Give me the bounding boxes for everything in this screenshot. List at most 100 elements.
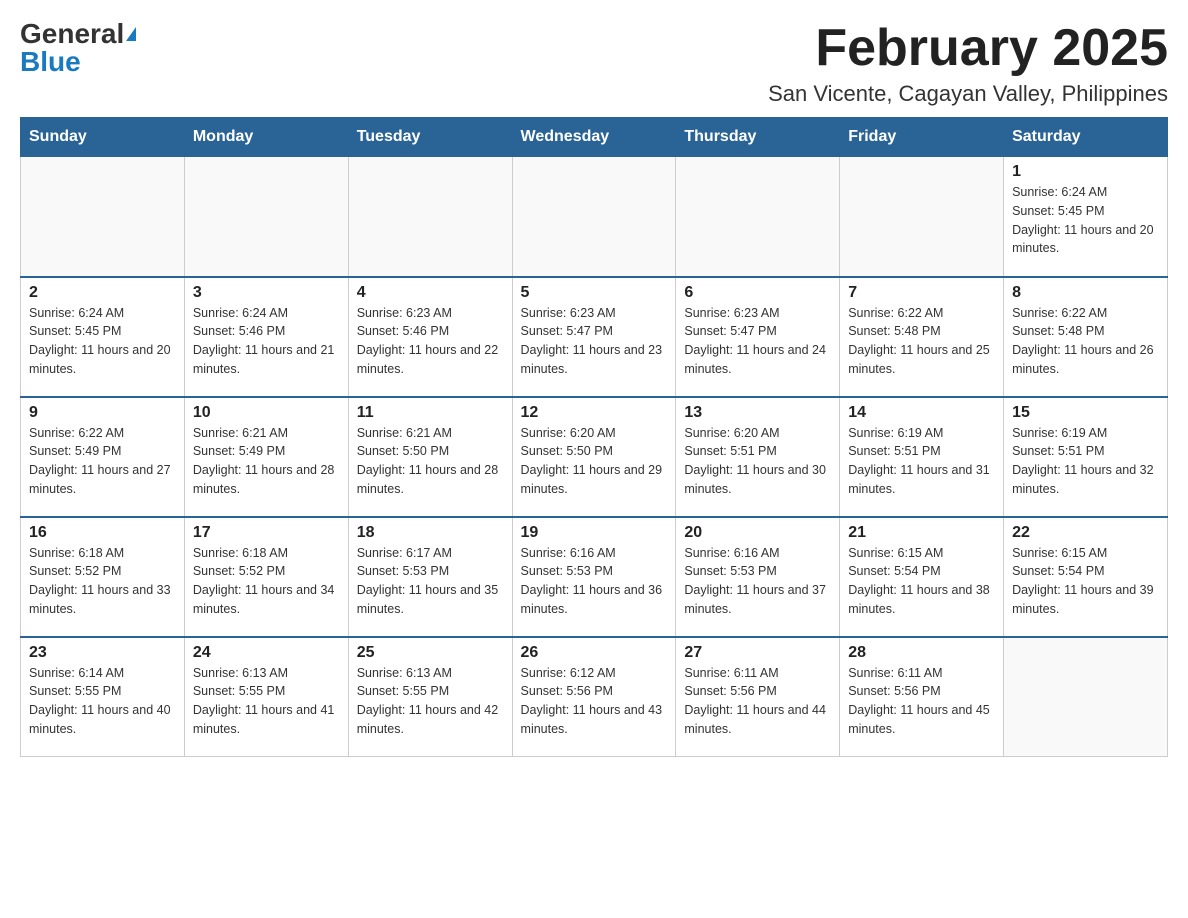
calendar-week-row: 1 Sunrise: 6:24 AM Sunset: 5:45 PM Daylig…	[21, 157, 1168, 277]
day-number: 23	[29, 644, 176, 662]
day-info: Sunrise: 6:15 AM Sunset: 5:54 PM Dayligh…	[1012, 544, 1159, 619]
day-number: 8	[1012, 284, 1159, 302]
day-info: Sunrise: 6:13 AM Sunset: 5:55 PM Dayligh…	[193, 664, 340, 739]
calendar-week-row: 9Sunrise: 6:22 AM Sunset: 5:49 PM Daylig…	[21, 397, 1168, 517]
day-info: Sunrise: 6:19 AM Sunset: 5:51 PM Dayligh…	[1012, 424, 1159, 499]
calendar-cell: 24 Sunrise: 6:13 AM Sunset: 5:55 PM Dayli…	[184, 637, 348, 757]
day-info: Sunrise: 6:20 AM Sunset: 5:51 PM Dayligh…	[684, 424, 831, 499]
calendar-cell: 21 Sunrise: 6:15 AM Sunset: 5:54 PM Dayli…	[840, 517, 1004, 637]
calendar-cell	[676, 157, 840, 277]
calendar-cell	[348, 157, 512, 277]
day-info: Sunrise: 6:20 AM Sunset: 5:50 PM Dayligh…	[521, 424, 668, 499]
calendar-cell: 19Sunrise: 6:16 AM Sunset: 5:53 PM Dayli…	[512, 517, 676, 637]
day-info: Sunrise: 6:23 AM Sunset: 5:46 PM Dayligh…	[357, 304, 504, 379]
day-number: 7	[848, 284, 995, 302]
day-info: Sunrise: 6:21 AM Sunset: 5:50 PM Dayligh…	[357, 424, 504, 499]
weekday-header-wednesday: Wednesday	[512, 118, 676, 157]
day-number: 15	[1012, 404, 1159, 422]
location-title: San Vicente, Cagayan Valley, Philippines	[768, 81, 1168, 107]
day-number: 16	[29, 524, 176, 542]
title-block: February 2025 San Vicente, Cagayan Valle…	[768, 20, 1168, 107]
calendar-cell	[21, 157, 185, 277]
day-number: 20	[684, 524, 831, 542]
day-number: 26	[521, 644, 668, 662]
calendar-cell: 27Sunrise: 6:11 AM Sunset: 5:56 PM Dayli…	[676, 637, 840, 757]
calendar-cell: 17 Sunrise: 6:18 AM Sunset: 5:52 PM Dayli…	[184, 517, 348, 637]
weekday-header-row: SundayMondayTuesdayWednesdayThursdayFrid…	[21, 118, 1168, 157]
day-number: 5	[521, 284, 668, 302]
day-info: Sunrise: 6:11 AM Sunset: 5:56 PM Dayligh…	[848, 664, 995, 739]
calendar-cell: 12 Sunrise: 6:20 AM Sunset: 5:50 PM Dayli…	[512, 397, 676, 517]
calendar-cell: 25 Sunrise: 6:13 AM Sunset: 5:55 PM Dayli…	[348, 637, 512, 757]
calendar-cell: 8 Sunrise: 6:22 AM Sunset: 5:48 PM Daylig…	[1004, 277, 1168, 397]
calendar-cell: 22 Sunrise: 6:15 AM Sunset: 5:54 PM Dayli…	[1004, 517, 1168, 637]
day-number: 28	[848, 644, 995, 662]
weekday-header-friday: Friday	[840, 118, 1004, 157]
calendar-cell	[1004, 637, 1168, 757]
calendar-cell: 23 Sunrise: 6:14 AM Sunset: 5:55 PM Dayli…	[21, 637, 185, 757]
day-info: Sunrise: 6:16 AM Sunset: 5:53 PM Dayligh…	[684, 544, 831, 619]
day-info: Sunrise: 6:17 AM Sunset: 5:53 PM Dayligh…	[357, 544, 504, 619]
day-number: 18	[357, 524, 504, 542]
logo-general-text: General	[20, 20, 124, 48]
calendar-cell	[840, 157, 1004, 277]
calendar-cell: 16 Sunrise: 6:18 AM Sunset: 5:52 PM Dayli…	[21, 517, 185, 637]
day-info: Sunrise: 6:24 AM Sunset: 5:46 PM Dayligh…	[193, 304, 340, 379]
day-info: Sunrise: 6:19 AM Sunset: 5:51 PM Dayligh…	[848, 424, 995, 499]
logo-blue-text: Blue	[20, 48, 81, 76]
weekday-header-saturday: Saturday	[1004, 118, 1168, 157]
calendar-cell: 11 Sunrise: 6:21 AM Sunset: 5:50 PM Dayli…	[348, 397, 512, 517]
day-number: 10	[193, 404, 340, 422]
page-header: General Blue February 2025 San Vicente, …	[20, 20, 1168, 107]
day-info: Sunrise: 6:18 AM Sunset: 5:52 PM Dayligh…	[29, 544, 176, 619]
day-number: 24	[193, 644, 340, 662]
day-number: 4	[357, 284, 504, 302]
day-info: Sunrise: 6:23 AM Sunset: 5:47 PM Dayligh…	[684, 304, 831, 379]
calendar-cell: 5 Sunrise: 6:23 AM Sunset: 5:47 PM Daylig…	[512, 277, 676, 397]
calendar-cell: 2 Sunrise: 6:24 AM Sunset: 5:45 PM Daylig…	[21, 277, 185, 397]
day-number: 27	[684, 644, 831, 662]
day-number: 11	[357, 404, 504, 422]
day-info: Sunrise: 6:13 AM Sunset: 5:55 PM Dayligh…	[357, 664, 504, 739]
day-info: Sunrise: 6:21 AM Sunset: 5:49 PM Dayligh…	[193, 424, 340, 499]
calendar-cell: 14 Sunrise: 6:19 AM Sunset: 5:51 PM Dayli…	[840, 397, 1004, 517]
day-info: Sunrise: 6:15 AM Sunset: 5:54 PM Dayligh…	[848, 544, 995, 619]
day-info: Sunrise: 6:18 AM Sunset: 5:52 PM Dayligh…	[193, 544, 340, 619]
calendar-cell: 9Sunrise: 6:22 AM Sunset: 5:49 PM Daylig…	[21, 397, 185, 517]
logo: General Blue	[20, 20, 136, 76]
calendar-cell: 3 Sunrise: 6:24 AM Sunset: 5:46 PM Daylig…	[184, 277, 348, 397]
calendar-cell	[184, 157, 348, 277]
calendar-table: SundayMondayTuesdayWednesdayThursdayFrid…	[20, 117, 1168, 757]
day-number: 9	[29, 404, 176, 422]
calendar-cell: 4 Sunrise: 6:23 AM Sunset: 5:46 PM Daylig…	[348, 277, 512, 397]
day-number: 1	[1012, 163, 1159, 181]
calendar-cell: 18 Sunrise: 6:17 AM Sunset: 5:53 PM Dayli…	[348, 517, 512, 637]
day-info: Sunrise: 6:23 AM Sunset: 5:47 PM Dayligh…	[521, 304, 668, 379]
day-info: Sunrise: 6:24 AM Sunset: 5:45 PM Dayligh…	[29, 304, 176, 379]
day-number: 17	[193, 524, 340, 542]
calendar-cell: 1 Sunrise: 6:24 AM Sunset: 5:45 PM Daylig…	[1004, 157, 1168, 277]
calendar-cell: 10 Sunrise: 6:21 AM Sunset: 5:49 PM Dayli…	[184, 397, 348, 517]
day-info: Sunrise: 6:14 AM Sunset: 5:55 PM Dayligh…	[29, 664, 176, 739]
day-number: 2	[29, 284, 176, 302]
calendar-week-row: 16 Sunrise: 6:18 AM Sunset: 5:52 PM Dayli…	[21, 517, 1168, 637]
day-number: 25	[357, 644, 504, 662]
day-number: 14	[848, 404, 995, 422]
weekday-header-tuesday: Tuesday	[348, 118, 512, 157]
calendar-cell	[512, 157, 676, 277]
day-number: 22	[1012, 524, 1159, 542]
day-number: 3	[193, 284, 340, 302]
day-info: Sunrise: 6:12 AM Sunset: 5:56 PM Dayligh…	[521, 664, 668, 739]
weekday-header-thursday: Thursday	[676, 118, 840, 157]
day-info: Sunrise: 6:22 AM Sunset: 5:48 PM Dayligh…	[1012, 304, 1159, 379]
weekday-header-sunday: Sunday	[21, 118, 185, 157]
day-number: 13	[684, 404, 831, 422]
day-info: Sunrise: 6:24 AM Sunset: 5:45 PM Dayligh…	[1012, 183, 1159, 258]
day-number: 21	[848, 524, 995, 542]
day-number: 12	[521, 404, 668, 422]
calendar-cell: 26 Sunrise: 6:12 AM Sunset: 5:56 PM Dayli…	[512, 637, 676, 757]
calendar-week-row: 2 Sunrise: 6:24 AM Sunset: 5:45 PM Daylig…	[21, 277, 1168, 397]
weekday-header-monday: Monday	[184, 118, 348, 157]
calendar-cell: 15 Sunrise: 6:19 AM Sunset: 5:51 PM Dayli…	[1004, 397, 1168, 517]
calendar-cell: 28 Sunrise: 6:11 AM Sunset: 5:56 PM Dayli…	[840, 637, 1004, 757]
